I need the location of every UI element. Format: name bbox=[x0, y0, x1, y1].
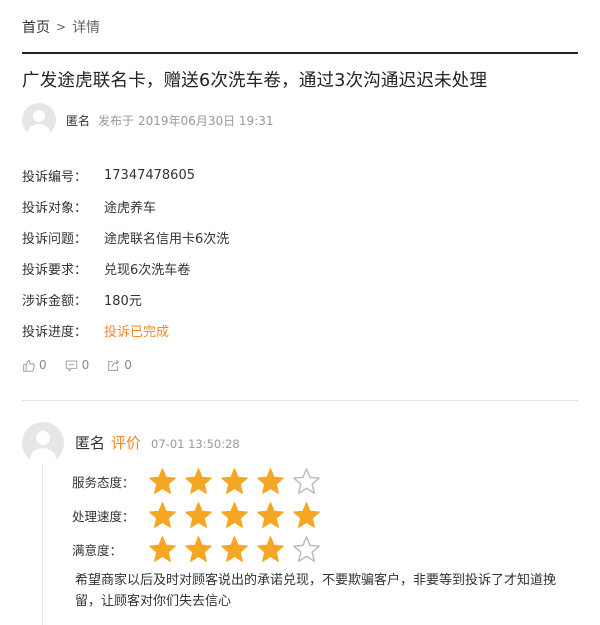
rating-service: 服务态度： bbox=[72, 464, 321, 498]
comment-icon bbox=[65, 360, 77, 371]
comment-button[interactable]: 0 bbox=[65, 358, 90, 372]
complaint-detail-page: 首页 > 详情 广发途虎联名卡，赠送6次洗车卷，通过3次沟通迟迟未处理 匿名 发… bbox=[0, 0, 600, 625]
star-filled-icon bbox=[257, 501, 284, 528]
review-time: 07-01 13:50:28 bbox=[151, 437, 240, 451]
info-label: 投诉对象： bbox=[22, 201, 88, 216]
info-row-amount: 涉诉金额： 180元 bbox=[22, 284, 229, 315]
info-row-request: 投诉要求： 兑现6次洗车卷 bbox=[22, 253, 229, 284]
rating-satisfaction: 满意度： bbox=[72, 532, 321, 566]
star-filled-icon bbox=[185, 501, 212, 528]
share-button[interactable]: 0 bbox=[107, 358, 132, 372]
star-empty-icon bbox=[293, 467, 320, 494]
rating-label: 满意度： bbox=[72, 542, 123, 558]
star-filled-icon bbox=[257, 467, 284, 494]
star-filled-icon bbox=[149, 535, 176, 562]
star-filled-icon bbox=[221, 501, 248, 528]
like-button[interactable]: 0 bbox=[22, 358, 47, 372]
share-count: 0 bbox=[124, 358, 132, 372]
header-divider bbox=[22, 52, 578, 54]
breadcrumb: 首页 > 详情 bbox=[22, 17, 100, 37]
star-empty-icon bbox=[293, 535, 320, 562]
info-label: 投诉编号： bbox=[22, 170, 88, 185]
author-name: 匿名 bbox=[66, 113, 91, 128]
comment-count: 0 bbox=[81, 358, 90, 372]
star-filled-icon bbox=[221, 535, 248, 562]
info-row-number: 投诉编号： 17347478605 bbox=[22, 160, 229, 191]
info-row-issue: 投诉问题： 途虎联名信用卡6次洗 bbox=[22, 222, 229, 253]
info-row-progress: 投诉进度： 投诉已完成 bbox=[22, 315, 229, 346]
info-label: 投诉问题： bbox=[22, 232, 88, 247]
reviewer-name: 匿名 bbox=[75, 434, 106, 452]
publish-info: 发布于 2019年06月30日 19:31 bbox=[98, 112, 274, 129]
breadcrumb-current: 详情 bbox=[72, 20, 101, 36]
rating-label: 服务态度： bbox=[72, 474, 135, 490]
breadcrumb-home-link[interactable]: 首页 bbox=[22, 17, 50, 37]
publish-time: 2019年06月30日 19:31 bbox=[138, 113, 274, 128]
user-avatar-icon bbox=[22, 422, 64, 464]
star-rating bbox=[148, 467, 321, 496]
rating-speed: 处理速度： bbox=[72, 498, 321, 532]
star-filled-icon bbox=[149, 467, 176, 494]
star-filled-icon bbox=[257, 535, 284, 562]
review-text: 希望商家以后及时对顾客说出的承诺兑现，不要欺骗客户，非要等到投诉了才知道挽留，让… bbox=[75, 573, 557, 609]
review-tag: 评价 bbox=[111, 434, 142, 452]
publish-prefix: 发布于 bbox=[98, 113, 135, 128]
info-row-target: 投诉对象： 途虎养车 bbox=[22, 191, 229, 222]
info-value: 兑现6次洗车卷 bbox=[104, 263, 191, 278]
star-filled-icon bbox=[185, 535, 212, 562]
section-divider bbox=[22, 400, 578, 401]
info-value: 17347478605 bbox=[104, 168, 195, 183]
star-filled-icon bbox=[221, 467, 248, 494]
star-filled-icon bbox=[149, 501, 176, 528]
like-count: 0 bbox=[39, 358, 47, 372]
action-bar: 0 0 0 bbox=[22, 358, 150, 372]
status-badge: 投诉已完成 bbox=[104, 325, 170, 340]
info-label: 涉诉金额： bbox=[22, 294, 88, 309]
info-label: 投诉要求： bbox=[22, 263, 88, 278]
ratings: 服务态度： 处理速度： 满意度： bbox=[72, 464, 321, 566]
timeline-line bbox=[42, 464, 43, 625]
info-value: 180元 bbox=[104, 294, 142, 309]
author-row: 匿名 发布于 2019年06月30日 19:31 bbox=[22, 102, 274, 138]
review-header: 匿名 评价 07-01 13:50:28 bbox=[75, 432, 240, 453]
info-value[interactable]: 途虎养车 bbox=[104, 197, 156, 216]
info-label: 投诉进度： bbox=[22, 325, 88, 340]
thumbs-up-icon bbox=[23, 359, 35, 372]
star-rating bbox=[148, 535, 321, 564]
star-filled-icon bbox=[293, 501, 320, 528]
user-avatar-icon bbox=[22, 103, 56, 137]
share-icon bbox=[108, 359, 120, 371]
page-title: 广发途虎联名卡，赠送6次洗车卷，通过3次沟通迟迟未处理 bbox=[22, 71, 488, 91]
star-rating bbox=[148, 501, 321, 530]
complaint-info: 投诉编号： 17347478605 投诉对象： 途虎养车 投诉问题： 途虎联名信… bbox=[22, 160, 229, 346]
breadcrumb-separator: > bbox=[56, 20, 67, 34]
star-filled-icon bbox=[185, 467, 212, 494]
rating-label: 处理速度： bbox=[72, 508, 135, 524]
info-value: 途虎联名信用卡6次洗 bbox=[104, 232, 230, 247]
